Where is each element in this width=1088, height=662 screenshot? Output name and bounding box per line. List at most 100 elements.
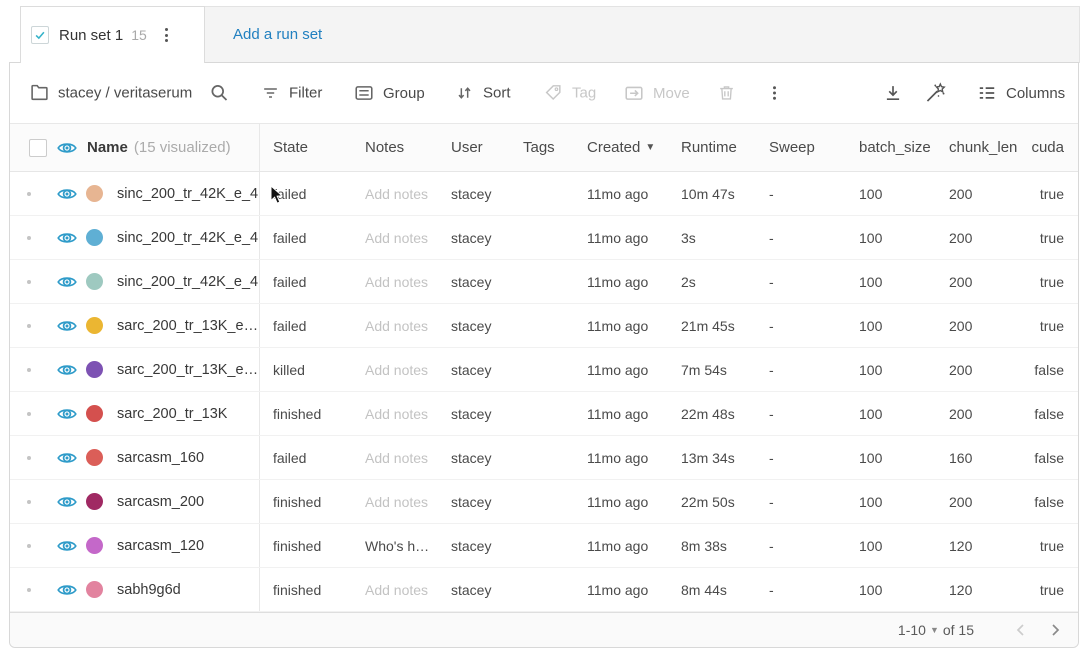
header-user[interactable]: User bbox=[438, 124, 510, 171]
run-color-dot[interactable] bbox=[86, 581, 103, 598]
run-visibility-eye-icon[interactable] bbox=[56, 183, 78, 205]
run-notes[interactable]: Add notes bbox=[352, 216, 438, 259]
tab-overflow-menu-icon[interactable] bbox=[165, 28, 168, 42]
delete-button[interactable] bbox=[717, 84, 736, 103]
drag-handle-dot[interactable] bbox=[27, 500, 31, 504]
select-all-checkbox[interactable] bbox=[29, 139, 47, 157]
drag-handle-dot[interactable] bbox=[27, 280, 31, 284]
run-name[interactable]: sarc_200_tr_13K_e_4 bbox=[117, 362, 259, 378]
run-name-cell[interactable]: sabh9g6d bbox=[10, 568, 260, 611]
run-name-cell[interactable]: sinc_200_tr_42K_e_4 bbox=[10, 172, 260, 215]
drag-handle-dot[interactable] bbox=[27, 236, 31, 240]
run-name-cell[interactable]: sarcasm_120 bbox=[10, 524, 260, 567]
run-name[interactable]: sarcasm_160 bbox=[117, 450, 204, 466]
tab-run-set-1[interactable]: Run set 1 15 bbox=[20, 6, 205, 63]
run-notes[interactable]: Add notes bbox=[352, 260, 438, 303]
run-notes[interactable]: Who's h… bbox=[352, 524, 438, 567]
header-created[interactable]: Created ▼ bbox=[574, 124, 668, 171]
header-batch-size[interactable]: batch_size bbox=[846, 124, 936, 171]
header-sweep[interactable]: Sweep bbox=[756, 124, 846, 171]
drag-handle-dot[interactable] bbox=[27, 456, 31, 460]
run-notes[interactable]: Add notes bbox=[352, 480, 438, 523]
run-name-cell[interactable]: sarcasm_200 bbox=[10, 480, 260, 523]
run-name-cell[interactable]: sinc_200_tr_42K_e_4 bbox=[10, 260, 260, 303]
run-notes[interactable]: Add notes bbox=[352, 172, 438, 215]
run-color-dot[interactable] bbox=[86, 273, 103, 290]
run-visibility-eye-icon[interactable] bbox=[56, 535, 78, 557]
toolbar-overflow-button[interactable] bbox=[765, 84, 784, 103]
previous-page-chevron-icon[interactable] bbox=[1012, 621, 1030, 639]
header-state[interactable]: State bbox=[260, 124, 352, 171]
header-chunk-len[interactable]: chunk_len bbox=[936, 124, 1022, 171]
run-color-dot[interactable] bbox=[86, 229, 103, 246]
run-name-cell[interactable]: sarc_200_tr_13K bbox=[10, 392, 260, 435]
drag-handle-dot[interactable] bbox=[27, 588, 31, 592]
run-name-cell[interactable]: sarc_200_tr_13K_e_4 bbox=[10, 348, 260, 391]
run-name-cell[interactable]: sarcasm_160 bbox=[10, 436, 260, 479]
run-notes[interactable]: Add notes bbox=[352, 568, 438, 611]
move-button[interactable]: Move bbox=[624, 83, 690, 103]
filter-button[interactable]: Filter bbox=[261, 84, 322, 103]
run-color-dot[interactable] bbox=[86, 537, 103, 554]
page-range-selector[interactable]: 1-10 ▼ of 15 bbox=[898, 622, 974, 638]
run-name-cell[interactable]: sarc_200_tr_13K_e_4 bbox=[10, 304, 260, 347]
next-page-chevron-icon[interactable] bbox=[1046, 621, 1064, 639]
run-color-dot[interactable] bbox=[86, 449, 103, 466]
group-button[interactable]: Group bbox=[354, 83, 425, 103]
run-visibility-eye-icon[interactable] bbox=[56, 447, 78, 469]
header-name[interactable]: Name (15 visualized) bbox=[10, 124, 260, 171]
project-breadcrumb[interactable]: stacey / veritaserum bbox=[30, 84, 192, 103]
table-row[interactable]: sarcasm_160 failed Add notes stacey 11mo… bbox=[10, 436, 1078, 480]
run-name[interactable]: sinc_200_tr_42K_e_4 bbox=[117, 230, 258, 246]
search-button[interactable] bbox=[209, 83, 230, 104]
run-color-dot[interactable] bbox=[86, 493, 103, 510]
run-visibility-eye-icon[interactable] bbox=[56, 227, 78, 249]
run-visibility-eye-icon[interactable] bbox=[56, 403, 78, 425]
drag-handle-dot[interactable] bbox=[27, 192, 31, 196]
drag-handle-dot[interactable] bbox=[27, 412, 31, 416]
table-row[interactable]: sinc_200_tr_42K_e_4 failed Add notes sta… bbox=[10, 172, 1078, 216]
drag-handle-dot[interactable] bbox=[27, 368, 31, 372]
run-color-dot[interactable] bbox=[86, 317, 103, 334]
run-notes[interactable]: Add notes bbox=[352, 348, 438, 391]
run-color-dot[interactable] bbox=[86, 405, 103, 422]
run-notes[interactable]: Add notes bbox=[352, 392, 438, 435]
table-row[interactable]: sarcasm_120 finished Who's h… stacey 11m… bbox=[10, 524, 1078, 568]
header-cuda[interactable]: cuda bbox=[1022, 124, 1078, 171]
run-visibility-eye-icon[interactable] bbox=[56, 579, 78, 601]
drag-handle-dot[interactable] bbox=[27, 544, 31, 548]
table-row[interactable]: sarc_200_tr_13K finished Add notes stace… bbox=[10, 392, 1078, 436]
add-run-set-link[interactable]: Add a run set bbox=[233, 26, 322, 43]
run-visibility-eye-icon[interactable] bbox=[56, 271, 78, 293]
run-notes[interactable]: Add notes bbox=[352, 436, 438, 479]
run-name[interactable]: sarcasm_120 bbox=[117, 538, 204, 554]
run-name[interactable]: sarc_200_tr_13K_e_4 bbox=[117, 318, 259, 334]
magic-wand-button[interactable] bbox=[924, 82, 947, 105]
tag-button[interactable]: Tag bbox=[544, 84, 596, 103]
sort-button[interactable]: Sort bbox=[455, 84, 511, 103]
run-color-dot[interactable] bbox=[86, 185, 103, 202]
run-visibility-eye-icon[interactable] bbox=[56, 359, 78, 381]
table-row[interactable]: sarcasm_200 finished Add notes stacey 11… bbox=[10, 480, 1078, 524]
run-set-checkbox[interactable] bbox=[31, 26, 49, 44]
table-row[interactable]: sarc_200_tr_13K_e_4 killed Add notes sta… bbox=[10, 348, 1078, 392]
header-tags[interactable]: Tags bbox=[510, 124, 574, 171]
run-color-dot[interactable] bbox=[86, 361, 103, 378]
header-runtime[interactable]: Runtime bbox=[668, 124, 756, 171]
run-name[interactable]: sinc_200_tr_42K_e_4 bbox=[117, 274, 258, 290]
run-name[interactable]: sabh9g6d bbox=[117, 582, 181, 598]
export-button[interactable] bbox=[883, 83, 903, 103]
run-name-cell[interactable]: sinc_200_tr_42K_e_4 bbox=[10, 216, 260, 259]
run-name[interactable]: sinc_200_tr_42K_e_4 bbox=[117, 186, 258, 202]
run-name[interactable]: sarcasm_200 bbox=[117, 494, 204, 510]
columns-button[interactable]: Columns bbox=[977, 83, 1065, 103]
table-row[interactable]: sarc_200_tr_13K_e_4 failed Add notes sta… bbox=[10, 304, 1078, 348]
table-row[interactable]: sinc_200_tr_42K_e_4 failed Add notes sta… bbox=[10, 216, 1078, 260]
run-visibility-eye-icon[interactable] bbox=[56, 491, 78, 513]
visibility-eye-icon[interactable] bbox=[56, 137, 78, 159]
table-row[interactable]: sinc_200_tr_42K_e_4 failed Add notes sta… bbox=[10, 260, 1078, 304]
header-notes[interactable]: Notes bbox=[352, 124, 438, 171]
run-notes[interactable]: Add notes bbox=[352, 304, 438, 347]
drag-handle-dot[interactable] bbox=[27, 324, 31, 328]
run-name[interactable]: sarc_200_tr_13K bbox=[117, 406, 227, 422]
